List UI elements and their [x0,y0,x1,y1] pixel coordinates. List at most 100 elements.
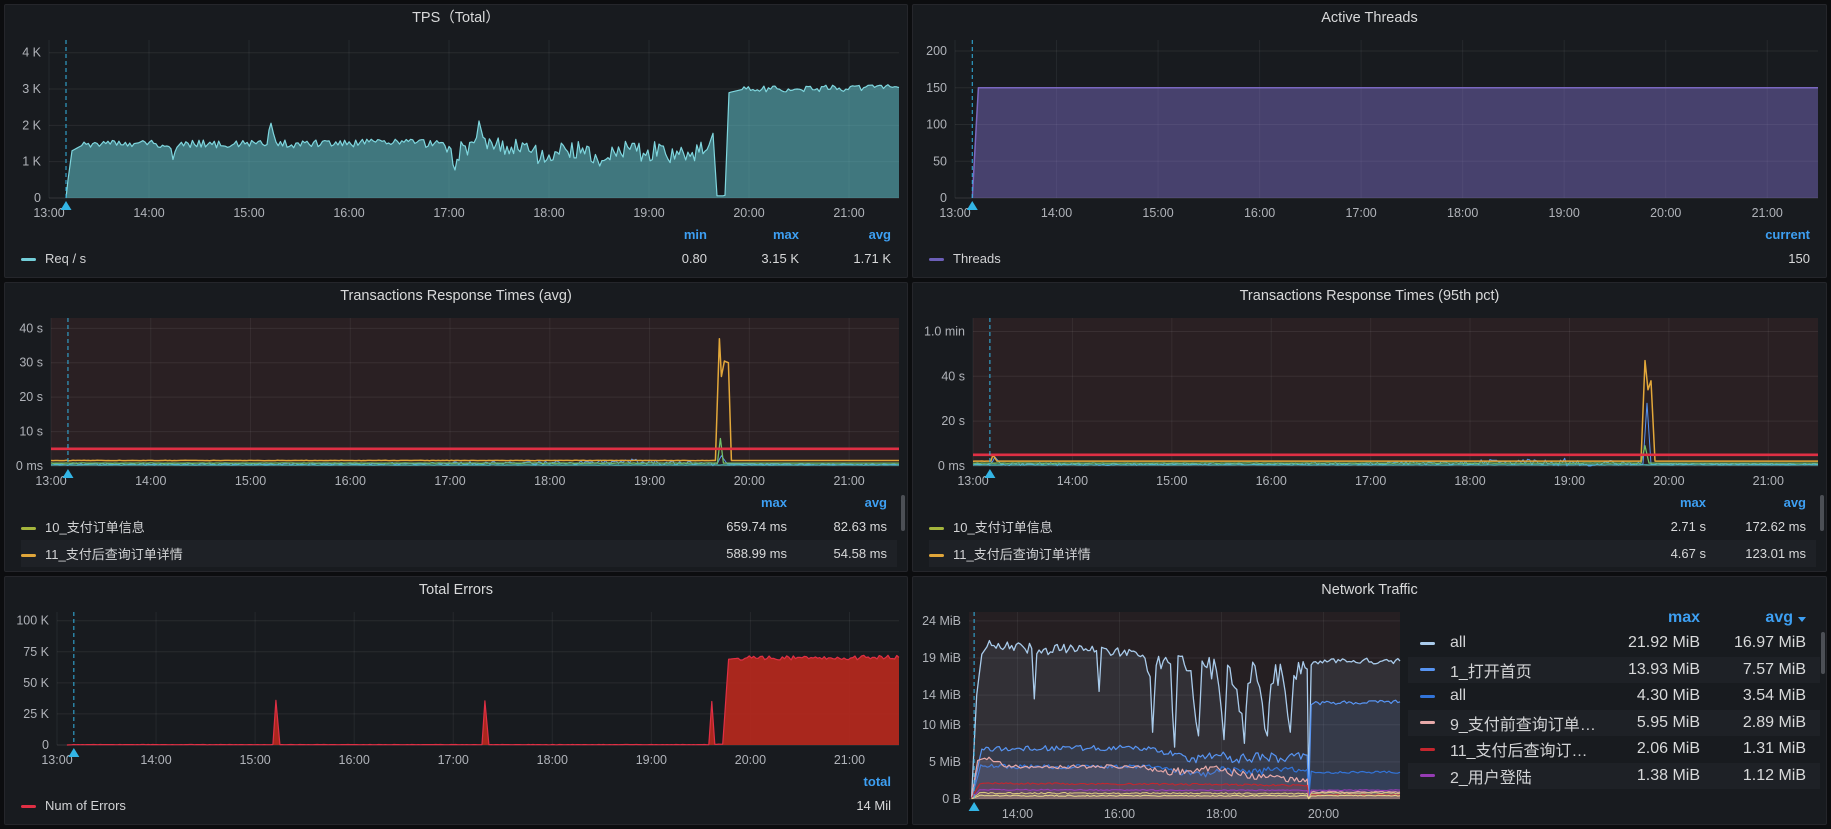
rt-95pct-legend: max avg 10_支付订单信息 2.71 s 172.62 ms 11_支付… [913,491,1826,571]
svg-text:0 ms: 0 ms [16,459,43,473]
panel-title[interactable]: Network Traffic [913,577,1826,604]
tps-legend: min max avg Req / s 0.80 3.15 K 1.71 K [5,223,907,277]
legend-row[interactable]: all 4.30 MiB 3.54 MiB [1408,683,1820,710]
svg-text:13:00: 13:00 [957,474,988,488]
network-legend: max avg all 21.92 MiB 16.97 MiB 1_打开首页 1… [1408,604,1826,824]
panel-title[interactable]: Active Threads [913,5,1826,32]
svg-text:16:00: 16:00 [333,206,364,220]
svg-text:25 K: 25 K [23,707,49,721]
legend-max-value: 4.67 s [1588,546,1706,561]
svg-text:15:00: 15:00 [1156,474,1187,488]
svg-text:19:00: 19:00 [633,206,664,220]
errors-chart[interactable]: 025 K50 K75 K100 K13:0014:0015:0016:0017… [5,604,907,770]
legend-row[interactable]: 1_打开首页 13.93 MiB 7.57 MiB [1408,657,1820,684]
svg-text:24 MiB: 24 MiB [922,614,961,628]
legend-row[interactable]: 2_用户登陆 1.38 MiB 1.12 MiB [1408,763,1820,790]
series-color-dash [1420,774,1435,777]
legend-header-max[interactable]: max [1598,609,1700,627]
legend-series[interactable]: Num of Errors [21,794,781,818]
legend-row[interactable]: 10_支付订单信息 659.74 ms 82.63 ms [21,513,897,540]
legend-scrollbar[interactable] [1821,632,1825,674]
svg-text:40 s: 40 s [19,321,43,335]
rt-avg-legend: max avg 10_支付订单信息 659.74 ms 82.63 ms 11_… [5,491,907,571]
series-color-dash [21,554,36,557]
svg-text:1 K: 1 K [22,155,41,169]
legend-header-avg[interactable]: avg [787,495,887,510]
legend-total-value: 14 Mil [781,794,891,818]
svg-text:2 K: 2 K [22,118,41,132]
grafana-dashboard: TPS（Total） 01 K2 K3 K4 K13:0014:0015:001… [0,0,1831,829]
panel-title[interactable]: Transactions Response Times (avg) [5,283,907,310]
svg-text:14:00: 14:00 [133,206,164,220]
svg-text:21:00: 21:00 [1753,474,1784,488]
svg-text:16:00: 16:00 [1256,474,1287,488]
legend-header-avg[interactable]: avg [799,223,891,247]
svg-text:5 MiB: 5 MiB [929,755,961,769]
svg-text:50 K: 50 K [23,676,49,690]
legend-row[interactable]: 11_支付后查询订单详情 4.67 s 123.01 ms [929,540,1816,567]
panel-title[interactable]: Transactions Response Times (95th pct) [913,283,1826,310]
legend-row[interactable]: 9_支付前查询订单列表 5.95 MiB 2.89 MiB [1408,710,1820,737]
legend-avg-value: 3.54 MiB [1700,687,1806,705]
legend-header-min[interactable]: min [619,223,707,247]
threads-chart[interactable]: 05010015020013:0014:0015:0016:0017:0018:… [913,32,1826,223]
svg-text:15:00: 15:00 [235,474,266,488]
threads-legend: current Threads 150 [913,223,1826,277]
svg-text:17:00: 17:00 [433,206,464,220]
series-color-dash [21,805,36,808]
series-color-dash [1420,668,1435,671]
legend-header-total[interactable]: total [781,770,891,794]
svg-text:18:00: 18:00 [534,474,565,488]
svg-text:13:00: 13:00 [41,753,72,767]
network-chart[interactable]: 0 B5 MiB10 MiB14 MiB19 MiB24 MiB14:0016:… [913,604,1408,824]
svg-text:20:00: 20:00 [1650,206,1681,220]
svg-text:18:00: 18:00 [1447,206,1478,220]
legend-scrollbar[interactable] [1820,495,1824,531]
svg-text:21:00: 21:00 [833,474,864,488]
legend-row[interactable]: 11_支付后查询订单详情 2.06 MiB 1.31 MiB [1408,736,1820,763]
legend-header-max[interactable]: max [707,223,799,247]
svg-text:13:00: 13:00 [939,206,970,220]
panel-title[interactable]: TPS（Total） [5,5,907,32]
svg-text:3 K: 3 K [22,82,41,96]
legend-scrollbar[interactable] [901,495,905,531]
legend-header-avg[interactable]: avg [1700,609,1806,627]
svg-text:17:00: 17:00 [434,474,465,488]
svg-text:100 K: 100 K [16,614,49,628]
legend-header-avg[interactable]: avg [1706,495,1806,510]
svg-text:10 s: 10 s [19,425,43,439]
legend-avg-value: 123.01 ms [1706,546,1806,561]
svg-text:15:00: 15:00 [239,753,270,767]
tps-chart[interactable]: 01 K2 K3 K4 K13:0014:0015:0016:0017:0018… [5,32,907,223]
legend-max-value: 2.06 MiB [1598,740,1700,758]
svg-text:19:00: 19:00 [634,474,665,488]
legend-series[interactable]: Threads [929,247,1700,271]
svg-text:20 s: 20 s [19,390,43,404]
legend-header-max[interactable]: max [1588,495,1706,510]
svg-text:21:00: 21:00 [833,206,864,220]
svg-text:30 s: 30 s [19,356,43,370]
series-color-dash [929,258,944,261]
legend-max-value: 659.74 ms [669,519,787,534]
panel-title[interactable]: Total Errors [5,577,907,604]
legend-max-value: 4.30 MiB [1598,687,1700,705]
rt-avg-chart[interactable]: 0 ms10 s20 s30 s40 s13:0014:0015:0016:00… [5,310,907,491]
series-color-dash [21,258,36,261]
legend-max-value: 2.71 s [1588,519,1706,534]
legend-row[interactable]: 10_支付订单信息 2.71 s 172.62 ms [929,513,1816,540]
legend-series[interactable]: Req / s [21,247,619,271]
svg-text:20:00: 20:00 [735,753,766,767]
legend-header-max[interactable]: max [669,495,787,510]
rt-95pct-chart[interactable]: 0 ms20 s40 s1.0 min13:0014:0015:0016:001… [913,310,1826,491]
legend-avg-value: 172.62 ms [1706,519,1806,534]
legend-max-value: 3.15 K [707,247,799,271]
svg-text:19 MiB: 19 MiB [922,651,961,665]
svg-text:16:00: 16:00 [339,753,370,767]
svg-text:20:00: 20:00 [733,206,764,220]
svg-text:14:00: 14:00 [1002,807,1033,821]
legend-row[interactable]: all 21.92 MiB 16.97 MiB [1408,630,1820,657]
svg-text:20:00: 20:00 [734,474,765,488]
legend-header-current[interactable]: current [1700,223,1810,247]
svg-text:14:00: 14:00 [135,474,166,488]
legend-row[interactable]: 11_支付后查询订单详情 588.99 ms 54.58 ms [21,540,897,567]
